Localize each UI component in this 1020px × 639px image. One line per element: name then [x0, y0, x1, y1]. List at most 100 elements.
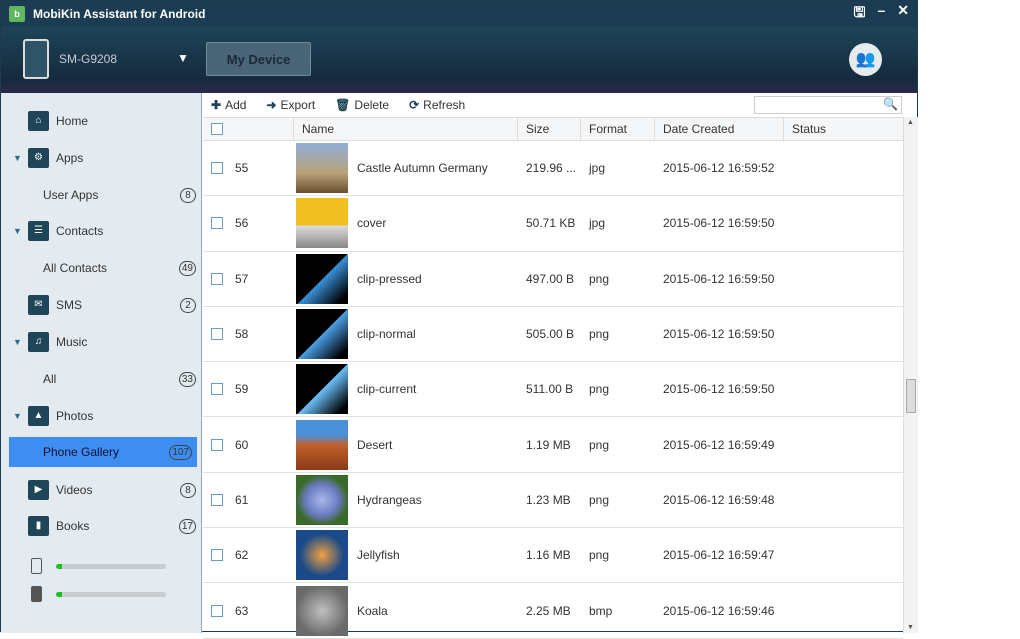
- count-badge: 8: [180, 187, 196, 203]
- scroll-down-icon[interactable]: ▼: [907, 624, 914, 631]
- file-size: 50.71 KB: [526, 216, 576, 231]
- contacts-icon: ☰: [28, 221, 49, 241]
- export-button[interactable]: ➜ Export: [266, 98, 315, 112]
- books-icon: ▮: [28, 516, 49, 536]
- vertical-scrollbar[interactable]: ▲ ▼: [903, 117, 918, 633]
- col-format[interactable]: Format: [581, 118, 655, 140]
- table-row[interactable]: 60 Desert 1.19 MB png 2015-06-12 16:59:4…: [203, 417, 903, 473]
- status: [784, 528, 903, 582]
- expand-arrow-icon[interactable]: ▼: [13, 226, 22, 236]
- file-name: Desert: [357, 437, 393, 452]
- file-format: png: [589, 492, 610, 507]
- file-format: jpg: [589, 161, 606, 176]
- file-size: 1.19 MB: [526, 437, 571, 452]
- row-number: 59: [235, 382, 249, 397]
- select-all-checkbox[interactable]: [211, 123, 223, 135]
- toolbar: ✚ Add ➜ Export 🗑 Delete ⟳ Refresh 🔍: [203, 93, 918, 117]
- table-row[interactable]: 56 cover 50.71 KB jpg 2015-06-12 16:59:5…: [203, 196, 903, 252]
- row-number: 61: [235, 492, 249, 507]
- sidebar-item-label: Videos: [56, 483, 93, 497]
- col-size[interactable]: Size: [518, 118, 581, 140]
- row-number: 56: [235, 216, 249, 231]
- table-row[interactable]: 59 clip-current 511.00 B png 2015-06-12 …: [203, 362, 903, 418]
- expand-arrow-icon[interactable]: ▼: [13, 153, 22, 163]
- sidebar-item-music[interactable]: ▼ ♫ Music: [1, 327, 201, 357]
- apps-icon: ⚙: [28, 148, 49, 168]
- device-dropdown-icon[interactable]: ▼: [177, 51, 189, 65]
- file-name: Jellyfish: [357, 548, 400, 563]
- sidebar-item-phone-gallery[interactable]: Phone Gallery 107: [9, 437, 197, 467]
- row-checkbox[interactable]: [211, 604, 223, 617]
- row-number: 62: [235, 548, 249, 563]
- sidebar-item-sms[interactable]: ✉ SMS 2: [1, 290, 201, 320]
- row-number: 60: [235, 437, 249, 452]
- add-label: Add: [225, 98, 247, 112]
- row-number: 63: [235, 603, 249, 618]
- sidebar-item-contacts[interactable]: ▼ ☰ Contacts: [1, 216, 201, 246]
- sidebar-item-apps[interactable]: ▼ ⚙ Apps: [1, 143, 201, 173]
- table-row[interactable]: 58 clip-normal 505.00 B png 2015-06-12 1…: [203, 307, 903, 363]
- delete-label: Delete: [354, 98, 390, 112]
- table-row[interactable]: 61 Hydrangeas 1.23 MB png 2015-06-12 16:…: [203, 473, 903, 529]
- col-name[interactable]: Name: [294, 118, 518, 140]
- col-status[interactable]: Status: [784, 118, 903, 140]
- trash-icon: 🗑: [335, 98, 351, 112]
- photo-thumbnail: [296, 530, 348, 581]
- sidebar-item-user-apps[interactable]: User Apps 8: [1, 180, 201, 210]
- date-created: 2015-06-12 16:59:52: [663, 161, 775, 176]
- status: [784, 417, 903, 471]
- delete-button[interactable]: 🗑 Delete: [335, 98, 389, 112]
- col-date-created[interactable]: Date Created: [655, 118, 784, 140]
- minimize-button[interactable]: –: [877, 2, 885, 26]
- status: [784, 141, 903, 195]
- file-size: 505.00 B: [526, 327, 575, 342]
- sidebar-item-photos[interactable]: ▼ ▲ Photos: [1, 401, 201, 431]
- row-checkbox[interactable]: [211, 328, 223, 341]
- scroll-up-icon[interactable]: ▲: [907, 119, 914, 126]
- file-size: 497.00 B: [526, 271, 575, 286]
- photos-icon: ▲: [28, 406, 49, 426]
- sidebar-item-books[interactable]: ▮ Books 17: [1, 511, 201, 541]
- file-format: png: [589, 382, 610, 397]
- date-created: 2015-06-12 16:59:46: [663, 603, 775, 618]
- count-badge: 17: [178, 518, 196, 534]
- row-checkbox[interactable]: [211, 272, 223, 285]
- photo-thumbnail: [296, 419, 348, 470]
- file-name: Castle Autumn Germany: [357, 161, 488, 176]
- expand-arrow-icon[interactable]: ▼: [13, 411, 22, 421]
- scrollbar-thumb[interactable]: [906, 379, 916, 413]
- header: SM-G9208 ▼ My Device 👥: [1, 27, 917, 93]
- row-checkbox[interactable]: [211, 217, 223, 230]
- sidebar-item-all[interactable]: All 33: [1, 364, 201, 394]
- add-button[interactable]: ✚ Add: [211, 98, 246, 112]
- table-header: Name Size Format Date Created Status: [203, 117, 903, 141]
- row-checkbox[interactable]: [211, 162, 223, 175]
- sidebar-item-all-contacts[interactable]: All Contacts 49: [1, 253, 201, 283]
- photo-thumbnail: [296, 143, 348, 194]
- table-row[interactable]: 55 Castle Autumn Germany 219.96 ... jpg …: [203, 141, 903, 197]
- file-format: bmp: [589, 603, 613, 618]
- photo-thumbnail: [296, 309, 348, 360]
- refresh-button[interactable]: ⟳ Refresh: [409, 98, 465, 112]
- table-row[interactable]: 62 Jellyfish 1.16 MB png 2015-06-12 16:5…: [203, 528, 903, 584]
- row-checkbox[interactable]: [211, 383, 223, 396]
- date-created: 2015-06-12 16:59:47: [663, 548, 775, 563]
- row-checkbox[interactable]: [211, 493, 223, 506]
- table-row[interactable]: 57 clip-pressed 497.00 B png 2015-06-12 …: [203, 252, 903, 307]
- close-button[interactable]: ✕: [897, 2, 909, 26]
- file-size: 1.16 MB: [526, 548, 571, 563]
- status: [784, 307, 903, 361]
- save-icon[interactable]: 🖫: [854, 2, 866, 26]
- file-size: 2.25 MB: [526, 603, 571, 618]
- sidebar-item-videos[interactable]: ▶ Videos 8: [1, 475, 201, 505]
- my-device-button[interactable]: My Device: [206, 42, 311, 76]
- row-checkbox[interactable]: [211, 438, 223, 451]
- table-row[interactable]: 63 Koala 2.25 MB bmp 2015-06-12 16:59:46: [203, 583, 903, 639]
- row-checkbox[interactable]: [211, 549, 223, 562]
- refresh-icon: ⟳: [409, 98, 420, 112]
- expand-arrow-icon[interactable]: ▼: [13, 337, 22, 347]
- account-icon[interactable]: 👥: [849, 43, 882, 76]
- search-input[interactable]: 🔍: [754, 96, 902, 114]
- photo-thumbnail: [296, 253, 348, 304]
- sidebar-item-home[interactable]: ⌂ Home: [1, 106, 201, 136]
